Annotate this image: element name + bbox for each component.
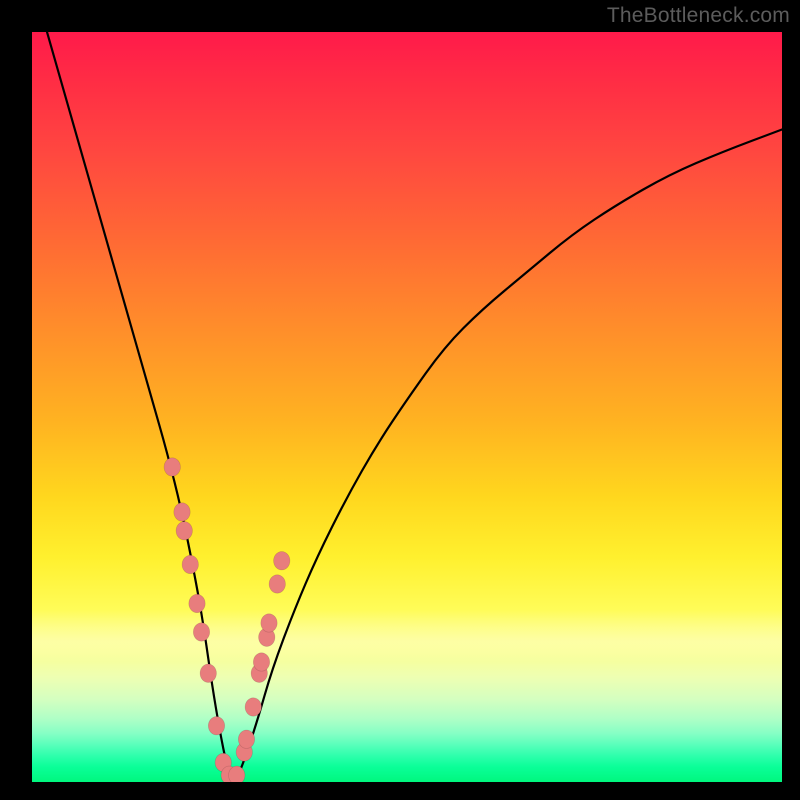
data-point xyxy=(176,522,192,540)
data-point xyxy=(253,653,269,671)
data-point xyxy=(274,552,290,570)
data-point xyxy=(182,555,198,573)
plot-area xyxy=(32,32,782,782)
data-points-layer xyxy=(32,32,782,782)
data-point xyxy=(164,458,180,476)
data-point xyxy=(208,717,224,735)
data-point xyxy=(261,614,277,632)
chart-frame: TheBottleneck.com xyxy=(0,0,800,800)
data-point xyxy=(189,594,205,612)
watermark-label: TheBottleneck.com xyxy=(607,4,790,28)
data-point xyxy=(229,766,245,782)
data-point xyxy=(245,698,261,716)
data-point xyxy=(269,575,285,593)
data-point xyxy=(200,664,216,682)
data-point xyxy=(238,730,254,748)
data-point xyxy=(193,623,209,641)
data-point xyxy=(174,503,190,521)
